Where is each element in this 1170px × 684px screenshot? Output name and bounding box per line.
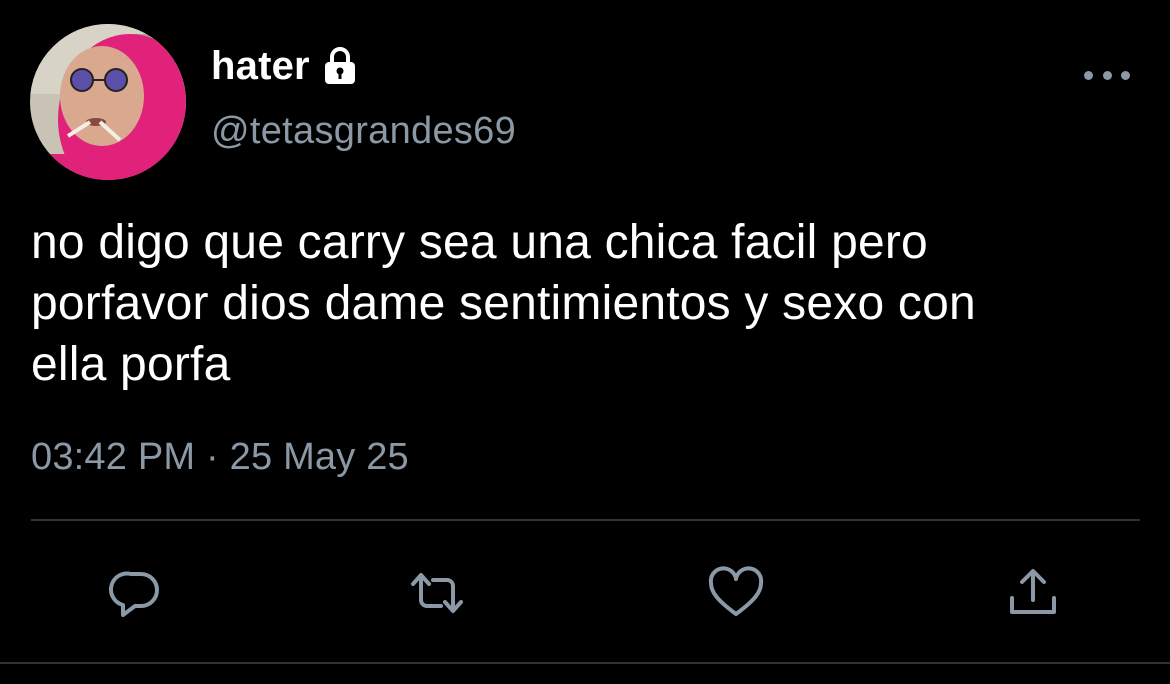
more-dot (1121, 70, 1130, 80)
more-dot (1102, 70, 1112, 80)
lock-icon (318, 44, 362, 88)
like-icon[interactable] (707, 566, 765, 620)
reply-icon[interactable] (109, 566, 163, 620)
share-icon[interactable] (1006, 566, 1060, 620)
retweet-icon[interactable] (407, 566, 467, 620)
tweet-text: no digo que carry sea una chica facil pe… (31, 216, 976, 391)
more-dot (1084, 70, 1093, 80)
user-handle[interactable]: @tetasgrandes69 (211, 110, 516, 153)
avatar-image (30, 24, 186, 180)
tweet-detail: hater @tetasgrandes69 no digo que carry … (0, 0, 1170, 684)
divider (0, 662, 1170, 664)
tweet-date: 25 May 25 (229, 436, 409, 478)
divider (31, 519, 1140, 521)
avatar[interactable] (30, 24, 186, 180)
tweet-time: 03:42 PM (31, 436, 196, 478)
more-options-icon[interactable] (1084, 62, 1130, 88)
tweet-timestamp[interactable]: 03:42 PM · 25 May 25 (31, 436, 409, 479)
display-name[interactable]: hater (211, 44, 310, 89)
timestamp-separator: · (206, 436, 219, 478)
name-row: hater (211, 40, 362, 92)
